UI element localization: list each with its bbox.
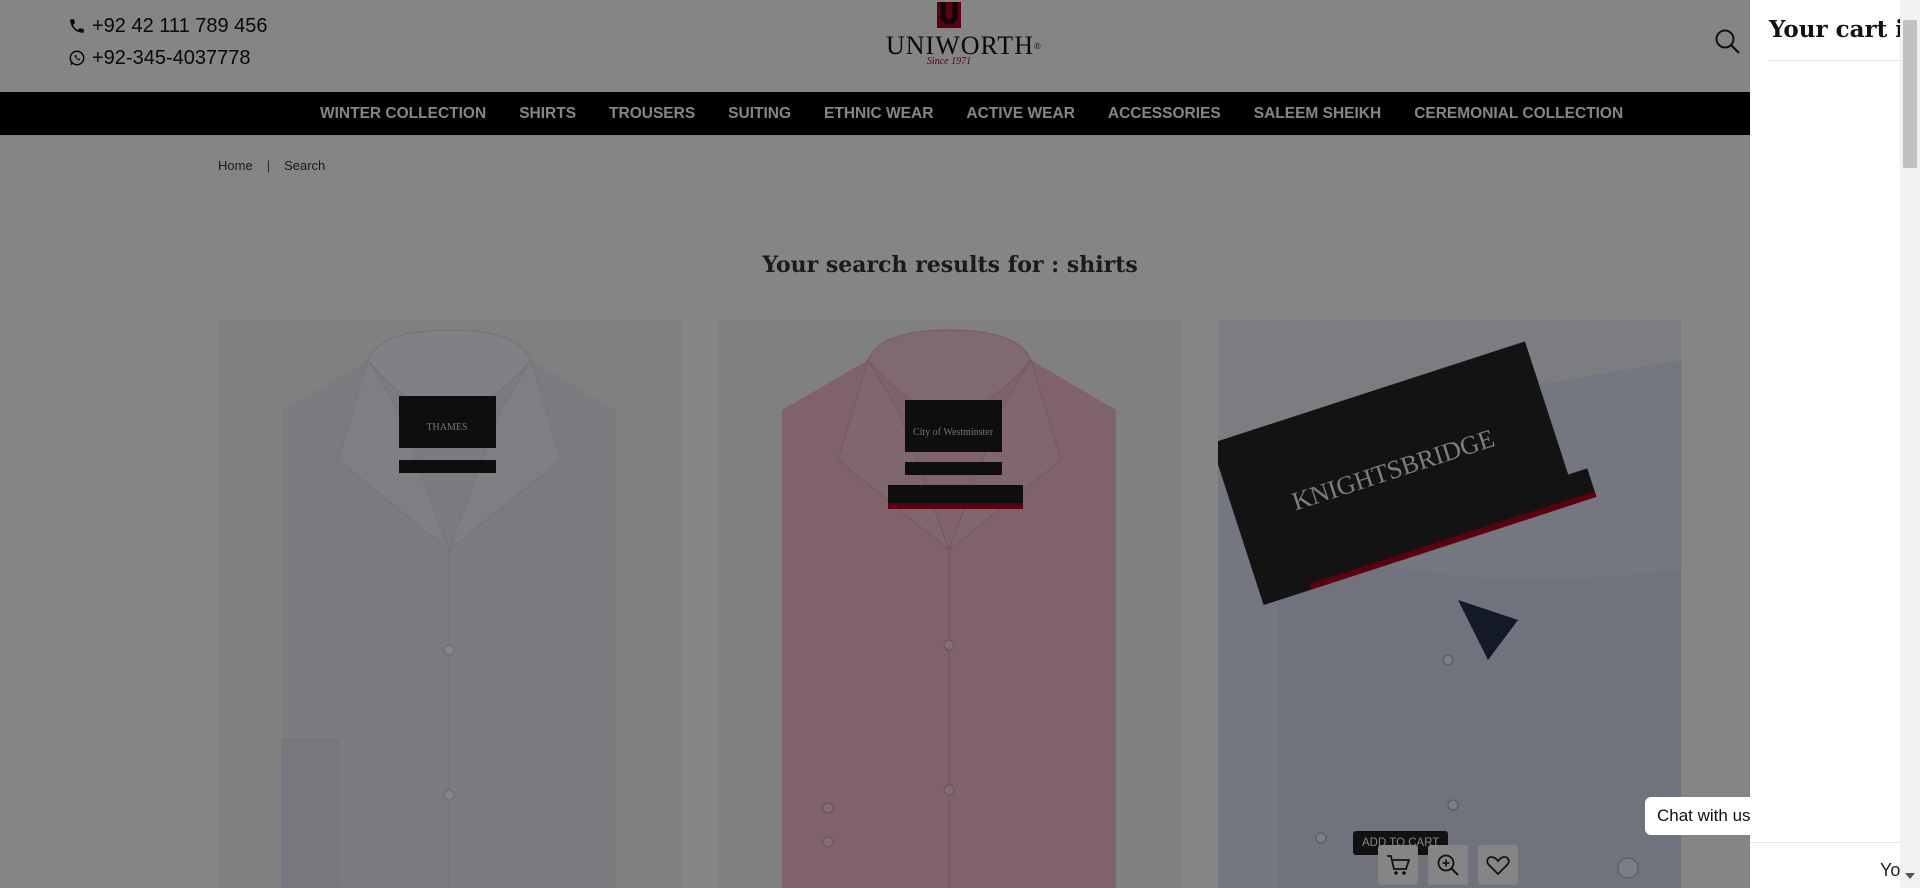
scrollbar-thumb[interactable] <box>1903 20 1917 168</box>
page: +92 42 111 789 456 +92-345-4037778 UNIWO… <box>0 0 1920 888</box>
drawer-divider <box>1769 60 1909 61</box>
cart-drawer: Your cart is Yo <box>1750 0 1920 888</box>
chat-button[interactable]: Chat with us <box>1645 797 1762 835</box>
chat-label: Chat with us <box>1657 806 1751 825</box>
scroll-down-arrow-icon[interactable] <box>1905 873 1915 879</box>
cart-drawer-footer-text: Yo <box>1880 860 1901 880</box>
drawer-overlay[interactable] <box>0 0 1750 888</box>
drawer-footer-divider <box>1750 842 1920 843</box>
cart-drawer-title: Your cart is <box>1769 16 1917 43</box>
drawer-scrollbar[interactable] <box>1900 0 1920 888</box>
